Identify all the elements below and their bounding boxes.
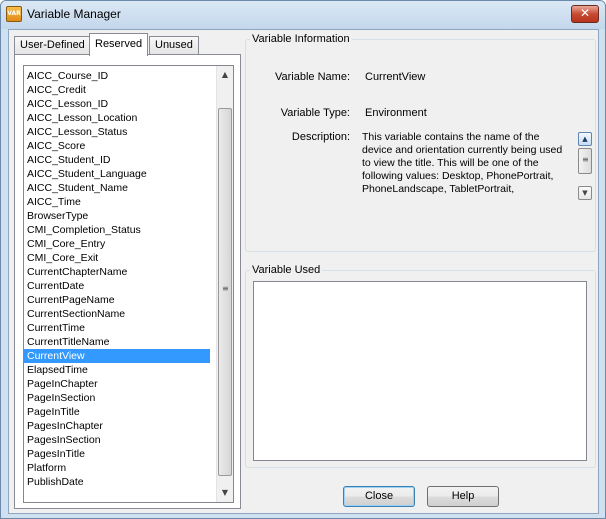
variable-type-value: Environment — [365, 107, 427, 119]
reserved-tab-panel: AICC_Course_ID AICC_Credit AICC_Lesson_ID A… — [14, 54, 241, 509]
list-item[interactable]: BrowserType — [24, 209, 210, 223]
list-item[interactable]: CurrentChapterName — [24, 265, 210, 279]
list-item[interactable]: PagesInSection — [24, 433, 210, 447]
variable-information-label: Variable Information — [250, 33, 352, 45]
list-item[interactable]: AICC_Student_ID — [24, 153, 210, 167]
variable-information-group: Variable Information Variable Name: Curr… — [245, 33, 596, 252]
variable-name-value: CurrentView — [365, 71, 426, 83]
list-item[interactable]: CurrentPageName — [24, 293, 210, 307]
list-item[interactable]: CurrentTime — [24, 321, 210, 335]
variable-type-label: Variable Type: — [280, 107, 350, 119]
description-scroll-thumb[interactable]: ≡ — [578, 148, 592, 174]
list-item[interactable]: ElapsedTime — [24, 363, 210, 377]
list-item[interactable]: AICC_Student_Name — [24, 181, 210, 195]
list-vertical-scrollbar[interactable]: ▲ ≡ ▼ — [216, 66, 233, 502]
variable-used-list[interactable] — [253, 281, 587, 461]
list-item[interactable]: CMI_Completion_Status — [24, 223, 210, 237]
variable-name-label: Variable Name: — [275, 71, 350, 83]
list-item[interactable]: CurrentSectionName — [24, 307, 210, 321]
variable-manager-window: VAR Variable Manager ✕ User-Defined Rese… — [0, 0, 606, 519]
grip-icon: ≡ — [222, 284, 229, 293]
description-line: following values: Desktop, PhonePortrait… — [362, 170, 554, 182]
description-label: Description: — [291, 131, 350, 143]
app-var-icon: VAR — [6, 6, 22, 22]
help-button[interactable]: Help — [427, 486, 499, 507]
list-item[interactable]: PageInSection — [24, 391, 210, 405]
list-item[interactable]: PublishDate — [24, 475, 210, 489]
description-line: This variable contains the name of the — [362, 131, 540, 143]
window-close-button[interactable]: ✕ — [571, 5, 599, 23]
list-item[interactable]: CurrentTitleName — [24, 335, 210, 349]
list-item[interactable]: Platform — [24, 461, 210, 475]
list-item[interactable]: CurrentDate — [24, 279, 210, 293]
description-line: PhoneLandscape, TabletPortrait, — [362, 183, 515, 195]
list-item[interactable]: AICC_Score — [24, 139, 210, 153]
variable-used-group: Variable Used — [245, 264, 596, 468]
variable-list: AICC_Course_ID AICC_Credit AICC_Lesson_ID A… — [24, 69, 210, 489]
scroll-up-arrow-icon[interactable]: ▲ — [217, 67, 233, 83]
close-button[interactable]: Close — [343, 486, 415, 507]
tab-reserved[interactable]: Reserved — [89, 33, 149, 56]
list-item[interactable]: CMI_Core_Entry — [24, 237, 210, 251]
description-scroll-down-icon[interactable]: ▼ — [578, 186, 592, 200]
list-item[interactable]: PagesInTitle — [24, 447, 210, 461]
variable-used-label: Variable Used — [250, 264, 323, 276]
list-item[interactable]: AICC_Student_Language — [24, 167, 210, 181]
window-title: Variable Manager — [27, 7, 121, 21]
description-line: to view the title. This will be one of t… — [362, 157, 539, 169]
scroll-down-arrow-icon[interactable]: ▼ — [217, 485, 233, 501]
list-item[interactable]: PageInTitle — [24, 405, 210, 419]
description-scroll-up-icon[interactable]: ▲ — [578, 132, 592, 146]
list-item[interactable]: PageInChapter — [24, 377, 210, 391]
title-bar[interactable]: VAR Variable Manager ✕ — [1, 1, 605, 29]
variable-listbox[interactable]: AICC_Course_ID AICC_Credit AICC_Lesson_ID A… — [23, 65, 234, 503]
description-text: This variable contains the name of the d… — [362, 131, 592, 203]
tab-user-defined[interactable]: User-Defined — [14, 36, 91, 55]
description-scrollbar[interactable]: ▲ ≡ ▼ — [578, 132, 592, 200]
list-item[interactable]: AICC_Lesson_Location — [24, 111, 210, 125]
list-item[interactable]: AICC_Lesson_Status — [24, 125, 210, 139]
list-item[interactable]: AICC_Lesson_ID — [24, 97, 210, 111]
description-line: device and orientation currently being u… — [362, 144, 563, 156]
dialog-body: User-Defined Reserved Unused AICC_Course… — [8, 29, 599, 514]
scroll-thumb[interactable]: ≡ — [218, 108, 232, 476]
list-item[interactable]: CurrentView — [24, 349, 210, 363]
list-item[interactable]: CMI_Core_Exit — [24, 251, 210, 265]
grip-icon: ≡ — [582, 155, 589, 164]
tab-unused[interactable]: Unused — [149, 36, 199, 55]
list-item[interactable]: AICC_Credit — [24, 83, 210, 97]
list-item[interactable]: PagesInChapter — [24, 419, 210, 433]
list-item[interactable]: AICC_Time — [24, 195, 210, 209]
list-item[interactable]: AICC_Course_ID — [24, 69, 210, 83]
